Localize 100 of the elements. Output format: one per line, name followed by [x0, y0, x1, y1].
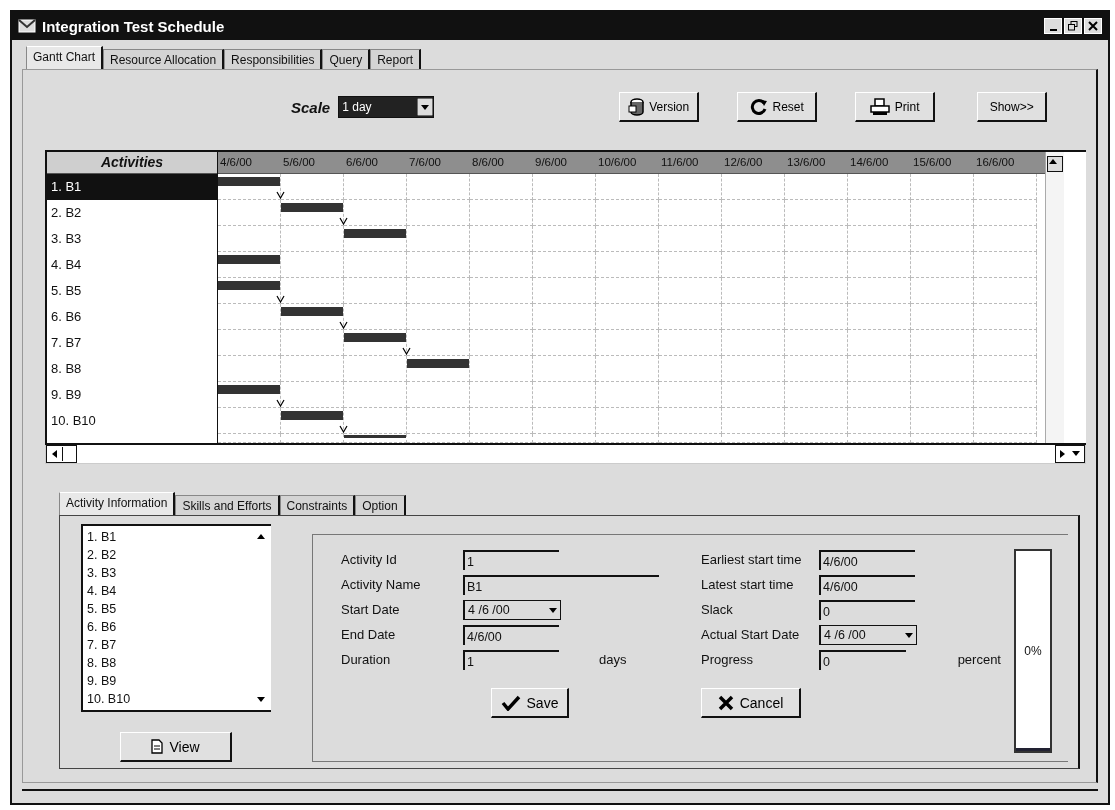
date-header: 14/6/00: [849, 155, 890, 170]
check-icon: [500, 694, 521, 711]
field-label: End Date: [341, 627, 397, 642]
list-item[interactable]: 6. B6: [87, 618, 247, 636]
field-label: Actual Start Date: [701, 627, 801, 642]
tab[interactable]: Activity Information: [59, 492, 176, 515]
printer-icon: [869, 97, 890, 116]
scale-dropdown[interactable]: 1 day: [338, 96, 435, 118]
activity-row[interactable]: 1. B1: [47, 174, 217, 200]
date-header: 11/6/00: [660, 155, 700, 170]
field-label: Activity Id: [341, 552, 398, 567]
window-title: Integration Test Schedule: [42, 17, 225, 35]
minimize-icon: [1049, 28, 1057, 31]
gantt-bar[interactable]: [218, 255, 280, 264]
toolbar-button[interactable]: Show>>: [977, 92, 1048, 122]
list-item[interactable]: 9. B9: [87, 672, 247, 690]
date-header: 4/6/00: [219, 155, 253, 170]
horizontal-scrollbar[interactable]: [46, 445, 77, 463]
date-header: 6/6/00: [345, 155, 379, 170]
date-header: 5/6/00: [282, 155, 316, 170]
tab[interactable]: Gantt Chart: [26, 46, 104, 69]
input-field[interactable]: 4/6/00: [819, 574, 915, 595]
list-item[interactable]: 7. B7: [87, 636, 247, 654]
activity-list[interactable]: 1. B1 2. B2 3. B3 4. B4 5. B5 6. B6 7. B7 8. B8 9. B9 10. B10: [81, 524, 271, 712]
tab[interactable]: Report: [370, 49, 422, 69]
toolbar-button[interactable]: Reset: [737, 92, 818, 122]
tab[interactable]: Skills and Efforts: [175, 495, 280, 515]
refresh-icon: [749, 97, 768, 116]
column-header: Activities: [47, 152, 217, 174]
list-item[interactable]: 10. B10: [87, 690, 247, 708]
list-item[interactable]: 3. B3: [87, 564, 247, 582]
activity-row[interactable]: 6. B6: [47, 304, 217, 330]
unit-label: percent: [957, 652, 1001, 667]
date-header: 8/6/00: [471, 155, 505, 170]
gantt-bar[interactable]: [281, 411, 343, 420]
gantt-bar[interactable]: [344, 333, 406, 342]
gantt-bar[interactable]: [218, 385, 280, 394]
date-field[interactable]: 4 /6 /00: [463, 599, 561, 620]
gantt-bar[interactable]: [344, 229, 406, 238]
field-label: Activity Name: [341, 577, 422, 592]
vertical-scrollbar[interactable]: [1045, 152, 1064, 443]
input-field[interactable]: 4/6/00: [819, 549, 915, 570]
date-header: 10/6/00: [597, 155, 638, 170]
tab[interactable]: Option: [355, 495, 406, 515]
field-label: Duration: [341, 652, 392, 667]
restore-button[interactable]: [1064, 18, 1082, 34]
input-field[interactable]: 1: [463, 549, 559, 570]
activity-row[interactable]: 2. B2: [47, 200, 217, 226]
date-header: 12/6/00: [723, 155, 764, 170]
date-header: 16/6/00: [975, 155, 1016, 170]
input-field[interactable]: 1: [463, 649, 559, 670]
list-item[interactable]: 8. B8: [87, 654, 247, 672]
minimize-button[interactable]: [1044, 18, 1062, 34]
gantt-bar[interactable]: [218, 281, 280, 290]
gantt-bar[interactable]: [281, 203, 343, 212]
activity-row[interactable]: 3. B3: [47, 226, 217, 252]
view-button[interactable]: View: [120, 732, 232, 762]
date-header: 15/6/00: [912, 155, 953, 170]
activity-row[interactable]: 5. B5: [47, 278, 217, 304]
scroll-buttons[interactable]: [1055, 445, 1085, 463]
list-item[interactable]: 2. B2: [87, 546, 247, 564]
tab[interactable]: Query: [322, 49, 371, 69]
tab[interactable]: Constraints: [279, 495, 356, 515]
gantt-bar[interactable]: [281, 307, 343, 316]
unit-label: days: [599, 652, 627, 667]
input-field[interactable]: 4/6/00: [463, 624, 559, 645]
restore-icon: [1068, 21, 1078, 31]
document-icon: [151, 739, 164, 754]
toolbar-button[interactable]: Version: [619, 92, 700, 122]
activity-row[interactable]: 8. B8: [47, 356, 217, 382]
toolbar-button[interactable]: Print: [855, 92, 936, 122]
activity-row[interactable]: 7. B7: [47, 330, 217, 356]
cylinder-icon: [628, 97, 645, 116]
left-arrow-icon: [50, 449, 58, 459]
down-arrow-icon: [256, 696, 266, 704]
gantt-bar[interactable]: [218, 177, 280, 186]
input-field[interactable]: 0: [819, 649, 906, 670]
tab[interactable]: Resource Allocation: [103, 49, 225, 69]
close-icon: [1088, 21, 1098, 31]
activity-row[interactable]: 9. B9: [47, 382, 217, 408]
field-label: Slack: [701, 602, 734, 617]
save-button[interactable]: Save: [491, 688, 569, 718]
date-header: 9/6/00: [534, 155, 568, 170]
x-icon: [717, 694, 734, 711]
gantt-bar[interactable]: [344, 435, 406, 438]
list-item[interactable]: 1. B1: [87, 528, 247, 546]
list-item[interactable]: 5. B5: [87, 600, 247, 618]
date-field[interactable]: 4 /6 /00: [819, 624, 917, 645]
input-field[interactable]: B1: [463, 574, 659, 595]
right-arrow-icon: [1059, 449, 1067, 459]
cancel-button[interactable]: Cancel: [701, 688, 801, 718]
gantt-bar[interactable]: [407, 359, 469, 368]
close-button[interactable]: [1084, 18, 1102, 34]
list-item[interactable]: 4. B4: [87, 582, 247, 600]
tab[interactable]: Responsibilities: [224, 49, 323, 69]
activity-row[interactable]: 10. B10: [47, 408, 217, 434]
activity-row[interactable]: 4. B4: [47, 252, 217, 278]
field-label: Progress: [701, 652, 755, 667]
field-label: Start Date: [341, 602, 401, 617]
input-field[interactable]: 0: [819, 599, 915, 620]
